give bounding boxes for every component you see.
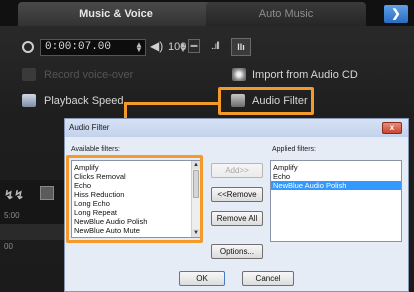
audio-filter-highlight <box>218 87 314 115</box>
list-item[interactable]: Amplify <box>271 163 401 172</box>
cd-icon <box>232 68 246 81</box>
waveform-icon: ↯↯ <box>4 188 25 202</box>
timecode-field[interactable]: 0:00:07.00 <box>40 39 146 56</box>
ok-button[interactable]: OK <box>179 271 225 286</box>
tab-menu-button[interactable]: ❯ <box>384 5 408 23</box>
options-button[interactable]: Options... <box>211 244 263 259</box>
clock-icon <box>22 41 34 53</box>
applied-filters-list[interactable]: Amplify Echo NewBlue Audio Polish <box>270 160 402 242</box>
audio-mixer-button[interactable]: llı <box>231 38 251 56</box>
timeline-track[interactable] <box>0 224 64 240</box>
tab-music-voice[interactable]: Music & Voice <box>18 2 214 26</box>
playback-speed-button[interactable]: Playback Speed <box>44 91 124 111</box>
tab-auto-music[interactable]: Auto Music <box>206 2 366 26</box>
record-voiceover-button[interactable]: Record voice-over <box>44 65 133 85</box>
audio-toolbar: 0:00:07.00 ▲ ▼ ◀) 100 ▲ ▼ ▬ ..ıll llı <box>0 38 414 58</box>
volume-slider-button[interactable]: ▬ <box>188 39 200 53</box>
import-audio-cd-button[interactable]: Import from Audio CD <box>252 65 358 85</box>
timeline-strip: ↯↯ 5:00 00 <box>0 180 64 251</box>
remove-all-button[interactable]: Remove All <box>211 211 263 226</box>
close-icon[interactable]: x <box>382 122 402 134</box>
dialog-title: Audio Filter <box>65 119 408 137</box>
list-item-selected[interactable]: NewBlue Audio Polish <box>271 181 401 190</box>
applied-filters-label: Applied filters: <box>272 146 316 153</box>
volume-meter-icon: ..ıll <box>211 41 220 52</box>
timecode-spin-icon[interactable]: ▲ ▼ <box>135 41 143 54</box>
available-filters-highlight <box>66 155 203 243</box>
track-button[interactable] <box>40 186 54 200</box>
microphone-icon <box>22 68 36 81</box>
callout-connector <box>124 102 220 105</box>
tab-bar: Music & Voice Auto Music ❯ <box>0 0 414 26</box>
list-item[interactable]: Echo <box>271 172 401 181</box>
playback-speed-icon <box>22 94 36 107</box>
volume-icon: ◀) <box>150 39 164 53</box>
cancel-button[interactable]: Cancel <box>242 271 294 286</box>
timeline-time-label: 5:00 <box>4 211 20 220</box>
available-filters-label: Available filters: <box>71 146 120 153</box>
volume-spin-icon[interactable]: ▲ ▼ <box>179 41 187 54</box>
timeline-time-label-2: 00 <box>4 242 13 251</box>
remove-button[interactable]: <<Remove <box>211 187 263 202</box>
add-button[interactable]: Add>> <box>211 163 263 178</box>
